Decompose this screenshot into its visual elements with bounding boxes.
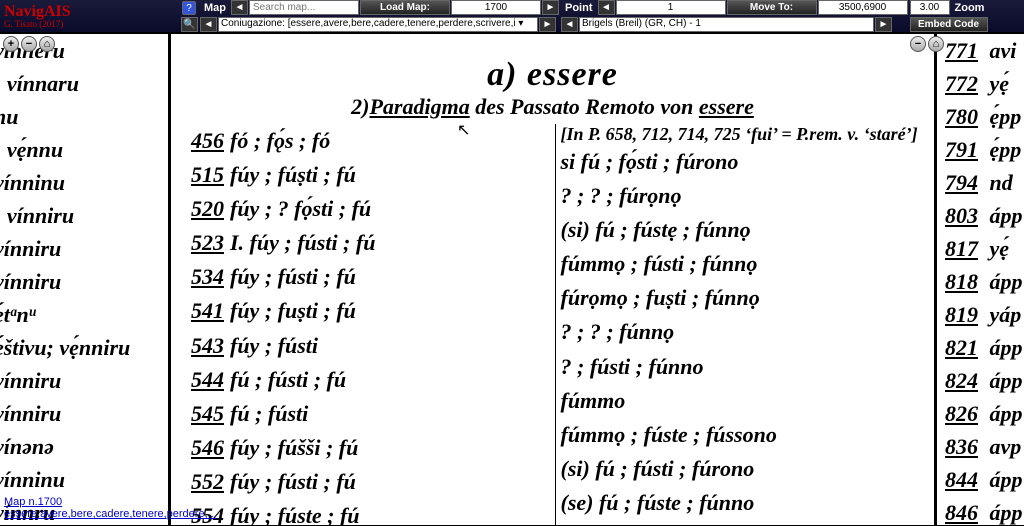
note-top: [In P. 658, 712, 714, 725 ‘fui’ = P.rem.…: [561, 124, 920, 145]
center-panel: a) essere 2)Paradigma des Passato Remoto…: [170, 33, 935, 526]
map-label: Map: [200, 2, 230, 14]
coords-input[interactable]: [818, 0, 908, 15]
data-row: (si) fú ; fústẹ ; fúnnọ: [561, 213, 920, 247]
data-row: 554fúy ; fúste ; fú: [191, 499, 550, 526]
data-row: si fú ; fọ́sti ; fúrono: [561, 145, 920, 179]
left-panel-line: vínninu: [0, 166, 168, 199]
left-panel-line: vínənə: [0, 430, 168, 463]
left-panel-line: ẹ́štivu; vẹ́nniru: [0, 331, 168, 364]
left-panel-line: ; vínniru: [0, 199, 168, 232]
right-panel-line: 780 ẹ́pp: [937, 100, 1024, 133]
left-panel-line: nu: [0, 100, 168, 133]
data-row: 456fó ; fǫ́s ; fó: [191, 124, 550, 158]
data-row: fúmmọ ; fústi ; fúnnọ: [561, 247, 920, 281]
zoom-home-button[interactable]: ⌂: [39, 36, 55, 52]
data-row: 523I. fúy ; fústi ; fú: [191, 226, 550, 260]
map-link-desc[interactable]: essere,avere,bere,cadere,tenere,perdere,…: [4, 508, 217, 520]
load-map-button[interactable]: Load Map:: [360, 0, 450, 15]
right-panel-line: 818 ápp: [937, 265, 1024, 298]
data-row: 534fúy ; fústi ; fú: [191, 260, 550, 294]
right-panel-line: 772 yẹ́: [937, 67, 1024, 100]
next-loc-icon[interactable]: ►: [875, 17, 892, 32]
page-title: a) essere: [171, 56, 934, 94]
next-desc-icon[interactable]: ►: [539, 17, 556, 32]
right-panel-line: 824 ápp: [937, 364, 1024, 397]
zoom-out-button-2[interactable]: −: [910, 36, 926, 52]
data-row: 552fúy ; fústi ; fú: [191, 465, 550, 499]
zoom-controls-left: + − ⌂: [3, 36, 55, 52]
data-row: (si) fú ; fústi ; fúrono: [561, 452, 920, 486]
logo-title: NavigAIS: [4, 4, 176, 20]
title-block: a) essere 2)Paradigma des Passato Remoto…: [171, 56, 934, 120]
prev-map-icon[interactable]: ◄: [231, 0, 248, 15]
right-panel-line: 817 yẹ́: [937, 232, 1024, 265]
prev-desc-icon[interactable]: ◄: [200, 17, 217, 32]
right-panel-line: 803 ápp: [937, 199, 1024, 232]
data-row: fúmmo: [561, 384, 920, 418]
right-panel-line: 846 ápp: [937, 496, 1024, 526]
data-row: 545fú ; fústi: [191, 397, 550, 431]
right-panel-line: 771 avi: [937, 34, 1024, 67]
search-map-input[interactable]: [249, 0, 359, 15]
map-viewport[interactable]: + − ⌂ − ⌂ vínneru; vínnarunu; vẹ́nnuvínn…: [0, 33, 1024, 526]
point-input[interactable]: [616, 0, 726, 15]
map-desc-select[interactable]: Coniugazione: [essere,avere,bere,cadere,…: [218, 17, 538, 32]
data-row: 541fúy ; fuṣti ; fú: [191, 294, 550, 328]
right-panel-line: 836 avp: [937, 430, 1024, 463]
move-to-button[interactable]: Move To:: [727, 0, 817, 15]
data-row: fúrọmọ ; fuṣti ; fúnnọ: [561, 281, 920, 315]
zoom-label: Zoom: [951, 2, 989, 14]
point-label: Point: [561, 2, 597, 14]
map-link-overlay: Map n.1700 essere,avere,bere,cadere,tene…: [4, 496, 217, 520]
logo-subtitle: G. Tisato (2017): [4, 20, 176, 29]
zoom-out-button[interactable]: −: [21, 36, 37, 52]
data-row: (se) fú ; fúste ; fúnno: [561, 486, 920, 520]
zoom-home-button-2[interactable]: ⌂: [928, 36, 944, 52]
prev-point-icon[interactable]: ◄: [598, 0, 615, 15]
data-row: 543fúy ; fústi: [191, 329, 550, 363]
logo: NavigAIS G. Tisato (2017): [0, 0, 180, 32]
left-panel-line: vínniru: [0, 265, 168, 298]
column-left: 456fó ; fǫ́s ; fó515fúy ; fúṣti ; fú520f…: [186, 124, 555, 525]
left-panel-line: vínniru: [0, 397, 168, 430]
data-row: fúmmọ ; fúste ; fússono: [561, 418, 920, 452]
embed-code-button[interactable]: Embed Code: [910, 17, 988, 32]
location-select[interactable]: Brigels (Breil) (GR, CH) - 1: [579, 17, 874, 32]
left-panel-line: vínninu: [0, 463, 168, 496]
left-panel: vínneru; vínnarunu; vẹ́nnuvínninu; vínni…: [0, 33, 170, 526]
right-panel-line: 826 ápp: [937, 397, 1024, 430]
column-right: [In P. 658, 712, 714, 725 ‘fui’ = P.rem.…: [555, 124, 925, 525]
right-panel-line: 844 ápp: [937, 463, 1024, 496]
data-row: 546fúy ; fúšši ; fú: [191, 431, 550, 465]
right-panel: 771 avi772 yẹ́780 ẹ́pp791 ẹ́pp794 nd803 …: [935, 33, 1024, 526]
left-panel-line: vínniru: [0, 232, 168, 265]
prev-loc-icon[interactable]: ◄: [561, 17, 578, 32]
data-row: 515fúy ; fúṣti ; fú: [191, 158, 550, 192]
zoom-in-button[interactable]: +: [3, 36, 19, 52]
right-panel-line: 821 ápp: [937, 331, 1024, 364]
zoom-controls-right: − ⌂: [910, 36, 944, 52]
top-toolbar: NavigAIS G. Tisato (2017) ? 🔍 Map ◄ Load…: [0, 0, 1024, 33]
left-panel-line: ; vínnaru: [0, 67, 168, 100]
left-panel-line: vínniru: [0, 364, 168, 397]
right-panel-line: 819 yáp: [937, 298, 1024, 331]
left-panel-line: ẹ́tᵃnᵘ: [0, 298, 168, 331]
data-row: 520fúy ; ? fọ́sti ; fú: [191, 192, 550, 226]
data-columns: 456fó ; fǫ́s ; fó515fúy ; fúṣti ; fú520f…: [186, 124, 924, 525]
page-subtitle: 2)Paradigma des Passato Remoto von esser…: [171, 94, 934, 120]
data-row: ? ; ? ; fúnnọ: [561, 315, 920, 349]
search-icon[interactable]: 🔍: [181, 17, 198, 32]
right-panel-line: 791 ẹ́pp: [937, 133, 1024, 166]
map-number-input[interactable]: [451, 0, 541, 15]
zoom-input[interactable]: [910, 0, 950, 15]
data-row: ? ; fústi ; fúnno: [561, 350, 920, 384]
data-row: 544fú ; fústi ; fú: [191, 363, 550, 397]
next-map-icon[interactable]: ►: [542, 0, 559, 15]
data-row: ? ; ? ; fúrọnọ: [561, 179, 920, 213]
left-panel-line: ; vẹ́nnu: [0, 133, 168, 166]
map-link-title[interactable]: Map n.1700: [4, 496, 62, 508]
help-icon[interactable]: ?: [182, 1, 196, 15]
right-panel-line: 794 nd: [937, 166, 1024, 199]
